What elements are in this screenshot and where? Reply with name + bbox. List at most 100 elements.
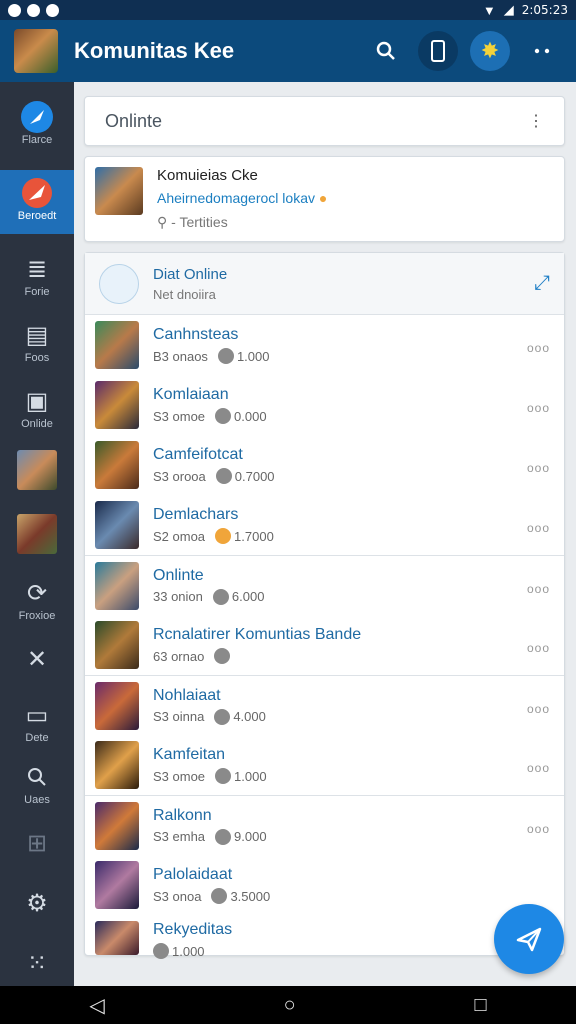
list-item-meta: S3 oinna [153,709,205,724]
list-header-subtitle: Net dnoiira [153,286,216,302]
more-options-icon[interactable]: ooo [527,461,550,475]
game-thumbnail [95,561,139,610]
list-item[interactable]: Demlachars S2 omoa 1.7000 ooo [85,495,564,555]
more-options-icon[interactable]: ooo [527,582,550,596]
system-nav-bar: ◁ ○ □ [0,986,576,1024]
list-item[interactable]: Rekyeditas 1.000 [85,915,564,959]
list-item-value: 1.000 [236,348,270,364]
list-item[interactable]: Komlaiaan S3 omoe 0.000 ooo [85,375,564,435]
list-item-name: Komlaiaan [153,386,229,403]
list-item-meta: S3 omoe [153,408,206,424]
sidebar-item-label: Uaes [24,794,50,806]
more-options-icon[interactable]: ooo [527,822,550,836]
sidebar-item-dete[interactable]: ▭ Dete [0,698,74,754]
game-thumbnail [95,321,139,369]
sidebar-item-froxioe[interactable]: ⟳ Froxioe [0,576,74,632]
chat-icon: ▭ [25,701,49,729]
wifi-icon: ▼ [482,2,496,18]
home-icon[interactable]: ○ [284,994,296,1017]
game-thumbnail [95,861,139,909]
list-item-meta: 33 onion [153,589,203,604]
page-title: Komunitas Kee [74,38,235,63]
notification-icon [46,3,59,17]
back-icon[interactable]: ◁ [89,993,104,1018]
search-bar[interactable]: Onlinte ⋮ [84,96,565,146]
list-item[interactable]: Ralkonn S3 emha 9.000 ooo [85,795,564,855]
game-controller-icon [20,176,54,210]
game-thumbnail [95,441,139,489]
list-item-name: Onlinte [153,566,204,584]
featured-community-card[interactable]: Komuieias Cke Aheirnedomagerocl lokav ● … [84,156,565,242]
list-item-value: 1.000 [234,768,267,784]
more-options-icon[interactable]: ooo [527,401,550,415]
notification-icons [8,3,59,17]
avatar[interactable] [14,29,58,73]
list-item-meta: S3 omoe [153,768,206,784]
sidebar-item-beroedt[interactable]: Beroedt [0,170,74,234]
list-item-meta: S3 emha [153,829,206,844]
more-options-icon[interactable]: ooo [527,341,550,355]
list-item[interactable]: Kamfeitan S3 omoe 1.000 ooo [85,735,564,795]
search-input[interactable]: Onlinte [105,111,162,132]
edit-icon[interactable]: ⤢ [534,272,550,295]
sidebar-item-foos[interactable]: ▤ Foos [0,318,74,374]
sidebar-item-label: Flarce [21,134,53,146]
sidebar-item-label: Beroedt [17,210,57,222]
list-item-meta: S2 omoa [153,528,206,544]
sidebar-item-uaes[interactable]: Uaes [0,760,74,816]
sidebar-item-onlide[interactable]: ▣ Onlide [0,384,74,440]
more-options-icon[interactable]: ⋮ [528,111,544,131]
phone-icon[interactable] [418,31,458,71]
star-badge-icon[interactable]: ✸ [470,31,510,71]
game-thumbnail [95,921,139,955]
notification-icon [27,3,40,17]
recents-icon[interactable]: □ [474,994,486,1017]
sidebar-item-apps[interactable]: ⁙ [0,946,74,986]
list-item-value: 1.7000 [234,528,274,544]
book-icon: ▤ [25,321,49,349]
more-options-icon[interactable] [522,31,562,71]
list-item-name: Canhnsteas [153,326,239,343]
list-item[interactable]: Onlinte 33 onion 6.000 ooo [85,555,564,615]
list-item-name: Demlachars [153,506,239,523]
list-item[interactable]: Nohlaiaat S3 oinna 4.000 ooo [85,675,564,735]
more-options-icon[interactable]: ooo [527,702,550,716]
game-thumbnail [95,681,139,730]
sidebar-item-label: Foos [24,352,50,364]
list-header-title: Diat Online [153,265,228,283]
sidebar-item-split[interactable]: ⊞ [0,826,74,866]
list-header[interactable]: Diat Online Net dnoiira ⤢ [85,253,564,315]
sidebar-item-forie[interactable]: ≣ Forie [0,252,74,308]
list-item-name: Rcnalatirer Komuntias Bande [153,626,362,643]
sidebar-item-label: Onlide [21,418,53,430]
list-item[interactable]: Rcnalatirer Komuntias Bande 63 ornao ooo [85,615,564,675]
list-item-value: 0.7000 [234,468,275,484]
sidebar-item-game-1[interactable] [0,450,74,498]
list-item[interactable]: Palolaidaat S3 onoa 3.5000 [85,855,564,915]
compose-fab-button[interactable] [494,904,564,974]
search-icon [20,760,54,794]
community-title: Komuieias Cke [157,167,258,184]
sidebar-item-tools[interactable]: ✕ [0,642,74,682]
community-search-hint[interactable]: ⚲ - Tertities [157,214,327,231]
list-item[interactable]: Canhnsteas B3 onaos 1.000 ooo [85,315,564,375]
layers-icon: ≣ [26,255,48,283]
signal-icon: ◢ [503,2,514,17]
coin-icon [215,528,232,544]
sidebar-item-flarce[interactable]: Flarce [0,100,74,160]
coin-icon [215,768,232,784]
main-content: Onlinte ⋮ Komuieias Cke Aheirnedomageroc… [84,96,565,959]
sidebar-item-settings[interactable]: ⚙ [0,886,74,926]
more-options-icon[interactable]: ooo [527,641,550,655]
coin-icon [153,943,169,959]
list-item-name: Camfeifotcat [153,446,243,463]
list-item[interactable]: Camfeifotcat S3 orooa 0.7000 ooo [85,435,564,495]
list-item-name: Palolaidaat [153,866,233,883]
search-icon[interactable] [366,31,406,71]
more-options-icon[interactable]: ooo [527,521,550,535]
coin-icon [212,588,229,605]
sidebar-item-label: Froxioe [18,610,56,622]
sidebar-item-game-2[interactable] [0,514,74,562]
list-item-meta: B3 onaos [153,348,208,364]
more-options-icon[interactable]: ooo [527,761,550,775]
